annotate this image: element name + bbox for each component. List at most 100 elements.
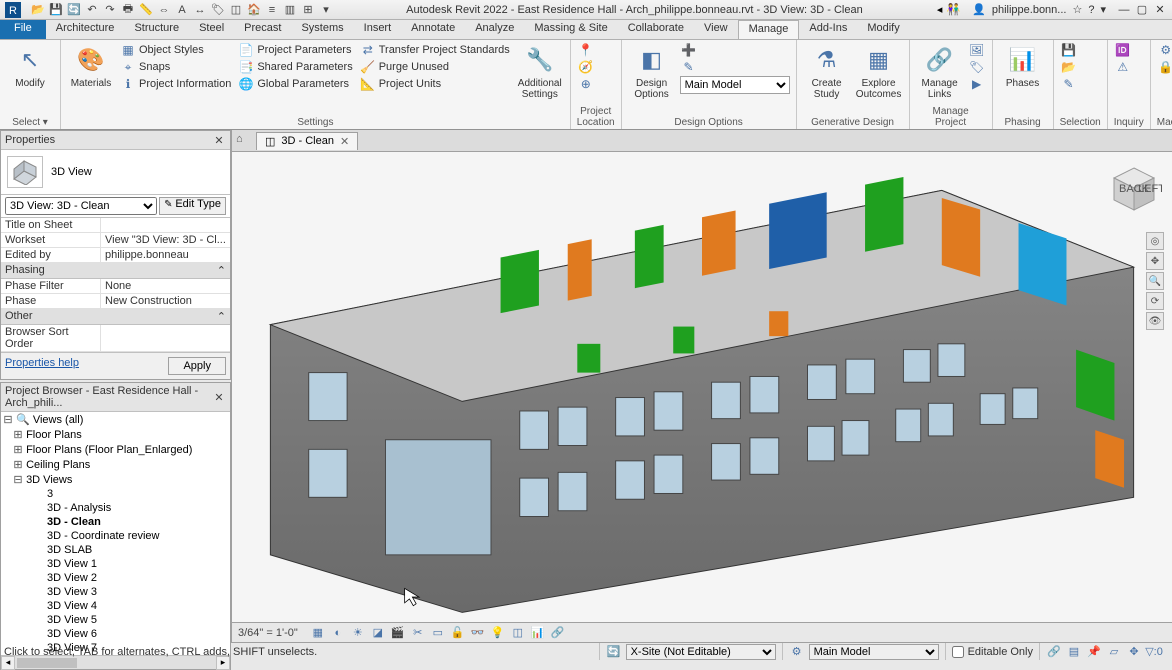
undo-icon[interactable]: ↶ [84,2,100,18]
shadows-icon[interactable]: ◪ [370,625,386,641]
prop-row[interactable]: Edited byphilippe.bonneau [1,248,230,263]
search-left-icon[interactable]: ◂ [937,3,943,16]
tree-leaf[interactable]: 3D View 3 [1,585,230,599]
home-view-icon[interactable]: ⌂ [236,133,252,149]
ids-button[interactable]: 🆔 [1114,42,1132,58]
tab-modify[interactable]: Modify [857,20,909,39]
tree-node[interactable]: ⊞ Floor Plans [1,427,230,442]
coordinates-button[interactable]: 🧭 [577,59,595,75]
edit-selection-button[interactable]: ✎ [1060,76,1078,92]
tab-systems[interactable]: Systems [291,20,353,39]
design-option-select[interactable]: Main Model [809,644,939,660]
type-selector[interactable]: 3D View [1,150,230,195]
tab-insert[interactable]: Insert [354,20,402,39]
tab-precast[interactable]: Precast [234,20,291,39]
tab-structure[interactable]: Structure [124,20,189,39]
view-tab[interactable]: ◫ 3D - Clean ✕ [256,132,358,150]
sync-icon[interactable]: 🔄 [66,2,82,18]
properties-help-link[interactable]: Properties help [5,357,168,375]
steering-wheel-icon[interactable]: ◎ [1146,232,1164,250]
tree-node[interactable]: ⊞ Ceiling Plans [1,457,230,472]
tree-leaf[interactable]: 3D View 2 [1,571,230,585]
materials-button[interactable]: 🎨 Materials [67,42,115,91]
tree-leaf[interactable]: 3D SLAB [1,543,230,557]
tree-leaf[interactable]: 3D - Analysis [1,501,230,515]
load-selection-button[interactable]: 📂 [1060,59,1078,75]
properties-close-button[interactable]: ✕ [212,133,226,147]
additional-settings-button[interactable]: 🔧 Additional Settings [516,42,564,102]
tree-leaf-selected[interactable]: 3D - Clean [1,515,230,529]
workset-icon[interactable]: 🔄 [606,644,622,660]
tab-annotate[interactable]: Annotate [401,20,465,39]
viewport-3d[interactable]: BACK LEFT ◎ ✥ 🔍 ⟳ 👁 [232,152,1172,622]
tab-addins[interactable]: Add-Ins [799,20,857,39]
view-scale[interactable]: 3/64" = 1'-0" [238,627,298,639]
tab-view[interactable]: View [694,20,738,39]
decal-types-button[interactable]: 🏷 [968,59,986,75]
shared-parameters-button[interactable]: 📑Shared Parameters [237,59,354,75]
phases-button[interactable]: 📊 Phases [999,42,1047,91]
help-icon[interactable]: ? [1088,4,1094,16]
user-name[interactable]: philippe.bonn... [992,4,1067,16]
tree-leaf[interactable]: 3D View 6 [1,627,230,641]
zoom-icon[interactable]: 🔍 [1146,272,1164,290]
drag-elements-icon[interactable]: ✥ [1126,644,1142,660]
project-units-button[interactable]: 📐Project Units [359,76,512,92]
prop-section-phasing[interactable]: Phasing⌃ [1,263,230,279]
global-parameters-button[interactable]: 🌐Global Parameters [237,76,354,92]
print-icon[interactable]: 🖶 [120,2,136,18]
maximize-button[interactable]: ▢ [1134,3,1150,17]
tree-leaf[interactable]: 3D View 4 [1,599,230,613]
render-icon[interactable]: 🎬 [390,625,406,641]
object-styles-button[interactable]: ▦Object Styles [119,42,233,58]
sun-path-icon[interactable]: ☀ [350,625,366,641]
manage-links-button[interactable]: 🔗 Manage Links [916,42,964,102]
lock3d-icon[interactable]: 🔓 [450,625,466,641]
project-parameters-button[interactable]: 📄Project Parameters [237,42,354,58]
tab-collaborate[interactable]: Collaborate [618,20,694,39]
open-icon[interactable]: 📂 [30,2,46,18]
crop-region-icon[interactable]: ▭ [430,625,446,641]
tab-manage[interactable]: Manage [738,20,800,39]
snaps-button[interactable]: ⌖Snaps [119,59,233,75]
tag-icon[interactable]: 🏷 [210,2,226,18]
view-tab-close-icon[interactable]: ✕ [340,135,349,148]
group-label-select[interactable]: Select ▾ [6,116,54,129]
tree-leaf[interactable]: 3D View 5 [1,613,230,627]
warnings-button[interactable]: ⚠ [1114,59,1132,75]
tree-node-3dviews[interactable]: ⊟ 3D Views [1,472,230,487]
browser-close-button[interactable]: ✕ [212,390,226,404]
design-option-icon[interactable]: ⚙ [789,644,805,660]
filter-icon[interactable]: ▽:0 [1146,644,1162,660]
minimize-button[interactable]: — [1116,3,1132,17]
tree-leaf[interactable]: 3D View 1 [1,557,230,571]
tab-steel[interactable]: Steel [189,20,234,39]
editable-only-checkbox[interactable] [952,646,964,658]
add-to-set-button[interactable]: ➕ [680,42,790,58]
reveal-hidden-icon[interactable]: 💡 [490,625,506,641]
transfer-standards-button[interactable]: ⇄Transfer Project Standards [359,42,512,58]
text-icon[interactable]: A [174,2,190,18]
default3d-icon[interactable]: 🏠 [246,2,262,18]
starting-view-button[interactable]: ▶ [968,76,986,92]
edit-type-button[interactable]: ✎ Edit Type [159,197,226,215]
save-selection-button[interactable]: 💾 [1060,42,1078,58]
align-icon[interactable]: ⇔ [156,2,172,18]
prop-section-other[interactable]: Other⌃ [1,309,230,325]
modify-button[interactable]: ↖ Modify [6,42,54,91]
scroll-left-icon[interactable]: ◂ [1,656,15,670]
explore-outcomes-button[interactable]: ▦ Explore Outcomes [855,42,903,102]
position-button[interactable]: ⊕ [577,76,595,92]
help-dropdown-icon[interactable]: ▾ [1100,3,1106,16]
pan-icon[interactable]: ✥ [1146,252,1164,270]
tab-analyze[interactable]: Analyze [465,20,524,39]
apply-button[interactable]: Apply [168,357,226,375]
favorites-icon[interactable]: ☆ [1072,3,1082,16]
prop-row[interactable]: Browser Sort Order [1,325,230,352]
select-links-icon[interactable]: 🔗 [1046,644,1062,660]
tree-leaf[interactable]: 3D - Coordinate review [1,529,230,543]
macro-manager-button[interactable]: ⚙ [1157,42,1172,58]
tree-root[interactable]: ⊟ 🔍 Views (all) [1,412,230,427]
project-info-button[interactable]: ℹProject Information [119,76,233,92]
orbit-icon[interactable]: ⟳ [1146,292,1164,310]
